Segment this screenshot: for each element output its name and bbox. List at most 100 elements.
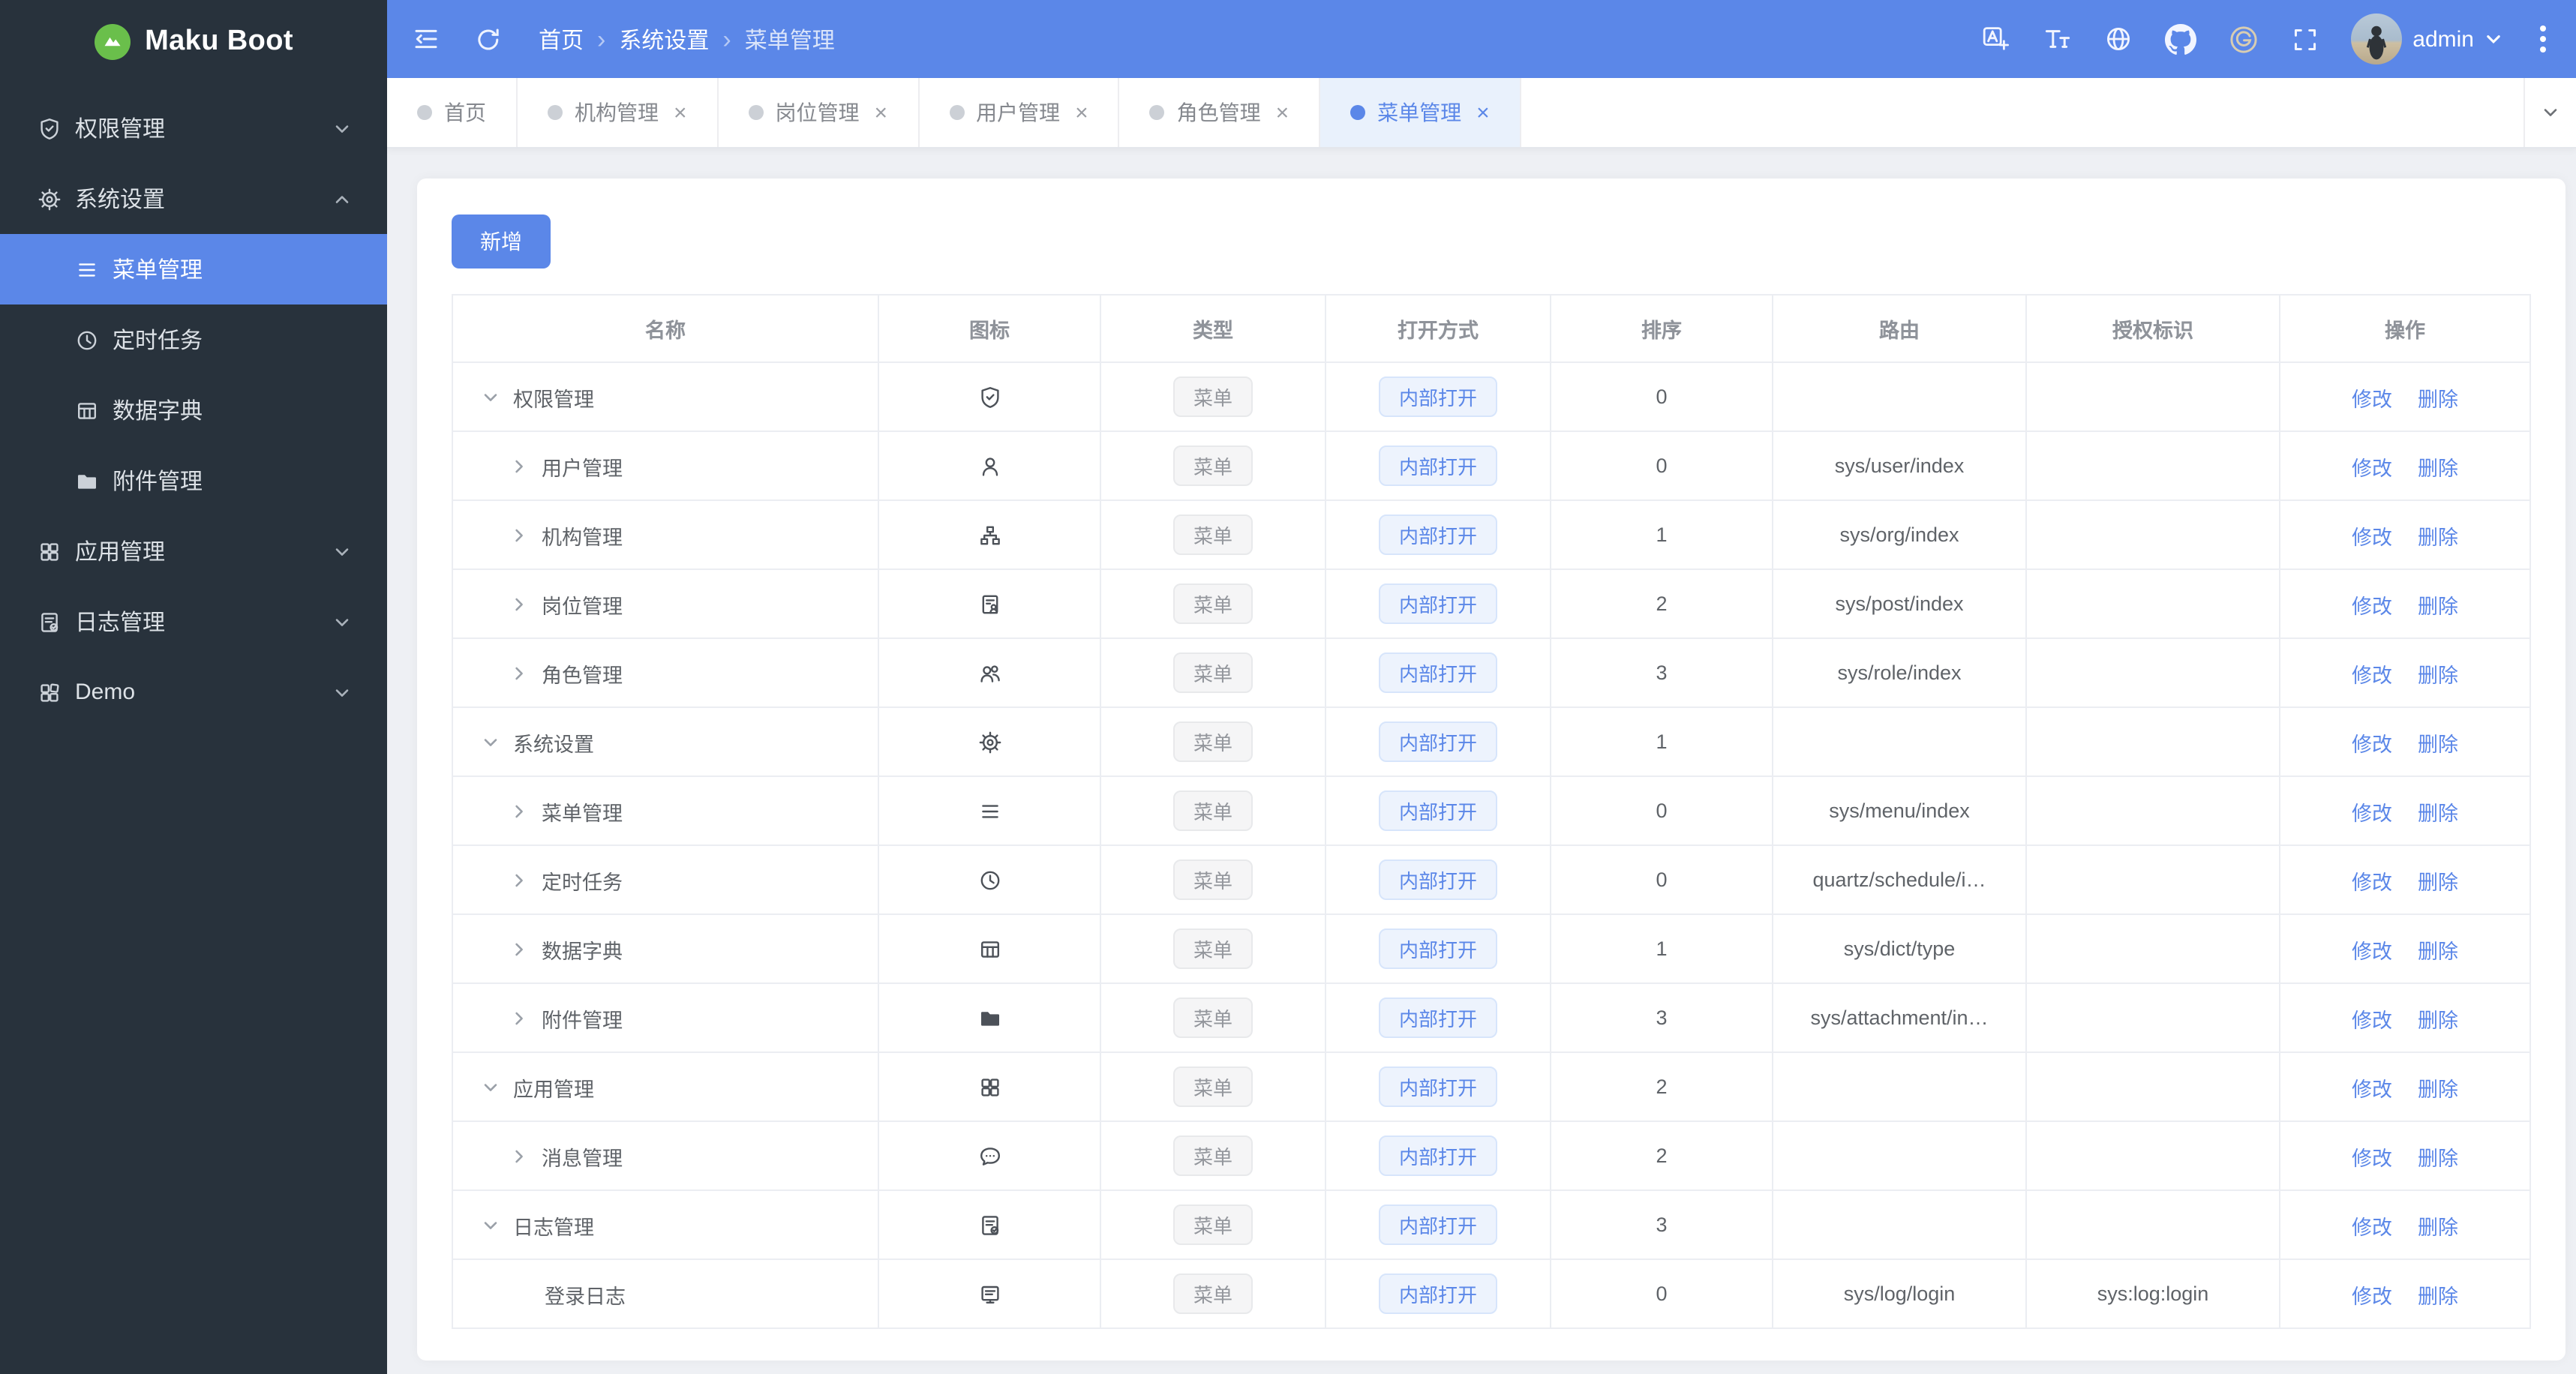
user-menu[interactable]: admin — [2351, 14, 2502, 64]
tab-0[interactable]: 首页 — [387, 78, 518, 147]
tab-close-icon[interactable]: × — [1075, 100, 1088, 125]
tab-label: 岗位管理 — [775, 100, 860, 124]
delete-link[interactable]: 删除 — [2418, 457, 2458, 479]
breadcrumb-item-1[interactable]: 系统设置 — [619, 23, 709, 55]
cell-type: 菜单 — [1100, 982, 1326, 1053]
edit-link[interactable]: 修改 — [2352, 802, 2392, 824]
sidebar-subitem-1-3[interactable]: 附件管理 — [0, 446, 387, 516]
sidebar-item-1[interactable]: 系统设置 — [0, 164, 387, 234]
delete-link[interactable]: 删除 — [2418, 871, 2458, 893]
open-mode-badge: 内部打开 — [1379, 860, 1497, 900]
cell-name: 用户管理 — [452, 430, 879, 501]
collapse-row-icon[interactable] — [482, 388, 500, 406]
delete-link[interactable]: 删除 — [2418, 1009, 2458, 1031]
tab-close-icon[interactable]: × — [674, 100, 687, 125]
edit-link[interactable]: 修改 — [2352, 940, 2392, 962]
tab-3[interactable]: 用户管理 × — [919, 78, 1120, 147]
edit-link[interactable]: 修改 — [2352, 1009, 2392, 1031]
cell-sort: 0 — [1550, 844, 1773, 915]
chevron-down-icon — [333, 613, 351, 631]
cell-icon — [878, 430, 1101, 501]
tab-5[interactable]: 菜单管理 × — [1320, 78, 1521, 147]
delete-link[interactable]: 删除 — [2418, 388, 2458, 410]
cell-icon — [878, 982, 1101, 1053]
collapse-row-icon[interactable] — [482, 733, 500, 751]
delete-link[interactable]: 删除 — [2418, 664, 2458, 686]
tab-close-icon[interactable]: × — [1276, 100, 1290, 125]
tab-dropdown-button[interactable] — [2523, 78, 2576, 147]
language-icon[interactable] — [1980, 24, 2010, 54]
menu-name: 登录日志 — [545, 1285, 626, 1307]
edit-link[interactable]: 修改 — [2352, 526, 2392, 548]
expand-row-icon[interactable] — [510, 526, 528, 544]
delete-link[interactable]: 删除 — [2418, 1078, 2458, 1100]
sidebar-item-3[interactable]: 日志管理 — [0, 586, 387, 657]
sidebar-subitem-1-0[interactable]: 菜单管理 — [0, 234, 387, 304]
expand-row-icon[interactable] — [510, 940, 528, 958]
fullscreen-icon[interactable] — [2291, 25, 2319, 53]
collapse-row-icon[interactable] — [482, 1078, 500, 1096]
log-icon — [38, 610, 62, 634]
edit-link[interactable]: 修改 — [2352, 1216, 2392, 1238]
edit-link[interactable]: 修改 — [2352, 1147, 2392, 1169]
edit-link[interactable]: 修改 — [2352, 457, 2392, 479]
edit-link[interactable]: 修改 — [2352, 871, 2392, 893]
sidebar-subitem-label: 数据字典 — [113, 399, 203, 424]
font-size-icon[interactable] — [2042, 24, 2072, 54]
add-button[interactable]: 新增 — [452, 214, 551, 268]
cell-ops: 修改 删除 — [2279, 500, 2531, 570]
cell-route: sys/post/index — [1772, 568, 2027, 639]
tab-4[interactable]: 角色管理 × — [1120, 78, 1321, 147]
edit-link[interactable]: 修改 — [2352, 388, 2392, 410]
edit-link[interactable]: 修改 — [2352, 733, 2392, 755]
delete-link[interactable]: 删除 — [2418, 940, 2458, 962]
sidebar-item-4[interactable]: Demo — [0, 657, 387, 728]
collapse-sidebar-icon[interactable] — [411, 24, 441, 54]
chevron-down-icon — [2487, 35, 2500, 44]
tab-label: 用户管理 — [976, 100, 1061, 124]
delete-link[interactable]: 删除 — [2418, 733, 2458, 755]
expand-row-icon[interactable] — [510, 457, 528, 475]
tab-1[interactable]: 机构管理 × — [518, 78, 719, 147]
delete-link[interactable]: 删除 — [2418, 1216, 2458, 1238]
tab-close-icon[interactable]: × — [1476, 100, 1490, 125]
cell-ops: 修改 删除 — [2279, 362, 2531, 432]
tab-2[interactable]: 岗位管理 × — [719, 78, 920, 147]
expand-row-icon[interactable] — [510, 871, 528, 889]
edit-link[interactable]: 修改 — [2352, 595, 2392, 617]
expand-row-icon[interactable] — [510, 595, 528, 613]
expand-row-icon[interactable] — [510, 1147, 528, 1165]
expand-row-icon[interactable] — [510, 1009, 528, 1027]
expand-row-icon[interactable] — [510, 802, 528, 820]
sidebar-subitem-1-2[interactable]: 数据字典 — [0, 375, 387, 446]
cell-sort: 1 — [1550, 500, 1773, 570]
cell-open: 内部打开 — [1325, 1120, 1551, 1191]
cell-ops: 修改 删除 — [2279, 982, 2531, 1053]
sidebar-item-2[interactable]: 应用管理 — [0, 516, 387, 586]
refresh-icon[interactable] — [474, 25, 503, 53]
delete-link[interactable]: 删除 — [2418, 595, 2458, 617]
delete-link[interactable]: 删除 — [2418, 526, 2458, 548]
tab-label: 机构管理 — [575, 100, 659, 124]
breadcrumb-item-0[interactable]: 首页 — [539, 23, 584, 55]
shield-icon — [977, 385, 1001, 409]
delete-link[interactable]: 删除 — [2418, 1147, 2458, 1169]
globe-icon[interactable] — [2103, 24, 2133, 54]
edit-link[interactable]: 修改 — [2352, 664, 2392, 686]
sidebar-subitem-1-1[interactable]: 定时任务 — [0, 304, 387, 375]
role-icon — [977, 661, 1001, 685]
github-icon[interactable] — [2165, 23, 2197, 55]
edit-link[interactable]: 修改 — [2352, 1285, 2392, 1307]
sidebar-item-0[interactable]: 权限管理 — [0, 93, 387, 164]
more-menu-icon[interactable] — [2534, 20, 2552, 58]
tab-close-icon[interactable]: × — [875, 100, 888, 125]
delete-link[interactable]: 删除 — [2418, 1285, 2458, 1307]
edit-link[interactable]: 修改 — [2352, 1078, 2392, 1100]
collapse-row-icon[interactable] — [482, 1216, 500, 1234]
expand-row-icon[interactable] — [510, 664, 528, 682]
delete-link[interactable]: 删除 — [2418, 802, 2458, 824]
gitee-icon[interactable] — [2228, 23, 2259, 55]
menu-name: 数据字典 — [542, 940, 623, 962]
cell-open: 内部打开 — [1325, 638, 1551, 708]
org-icon — [977, 523, 1001, 547]
